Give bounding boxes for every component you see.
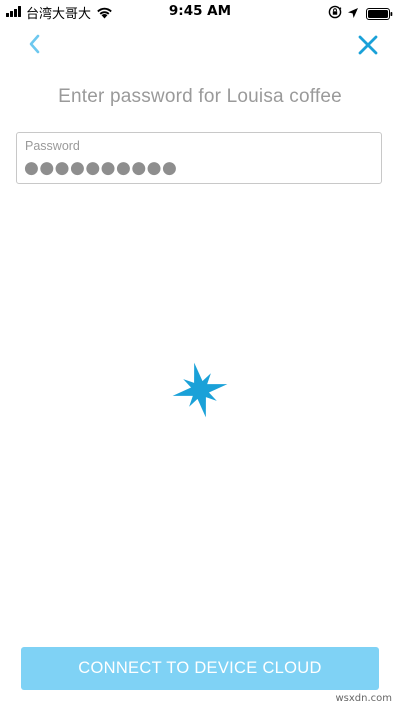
loading-spinner-icon [172,362,228,418]
orientation-lock-icon [328,4,342,23]
location-arrow-icon [347,4,359,23]
watermark: wsxdn.com [335,693,392,704]
password-field[interactable]: Password ●●●●●●●●●● [16,132,382,184]
chevron-left-icon [29,34,40,54]
connect-to-device-cloud-button[interactable]: CONNECT TO DEVICE CLOUD [21,647,379,690]
status-bar: 台湾大哥大 9:45 AM [0,0,400,24]
close-button[interactable] [353,30,383,60]
password-input[interactable]: ●●●●●●●●●● [24,158,177,178]
page-title: Enter password for Louisa coffee [58,86,342,107]
close-icon [358,35,378,55]
battery-icon [366,5,393,24]
back-button[interactable] [20,30,48,58]
password-label: Password [25,139,80,153]
